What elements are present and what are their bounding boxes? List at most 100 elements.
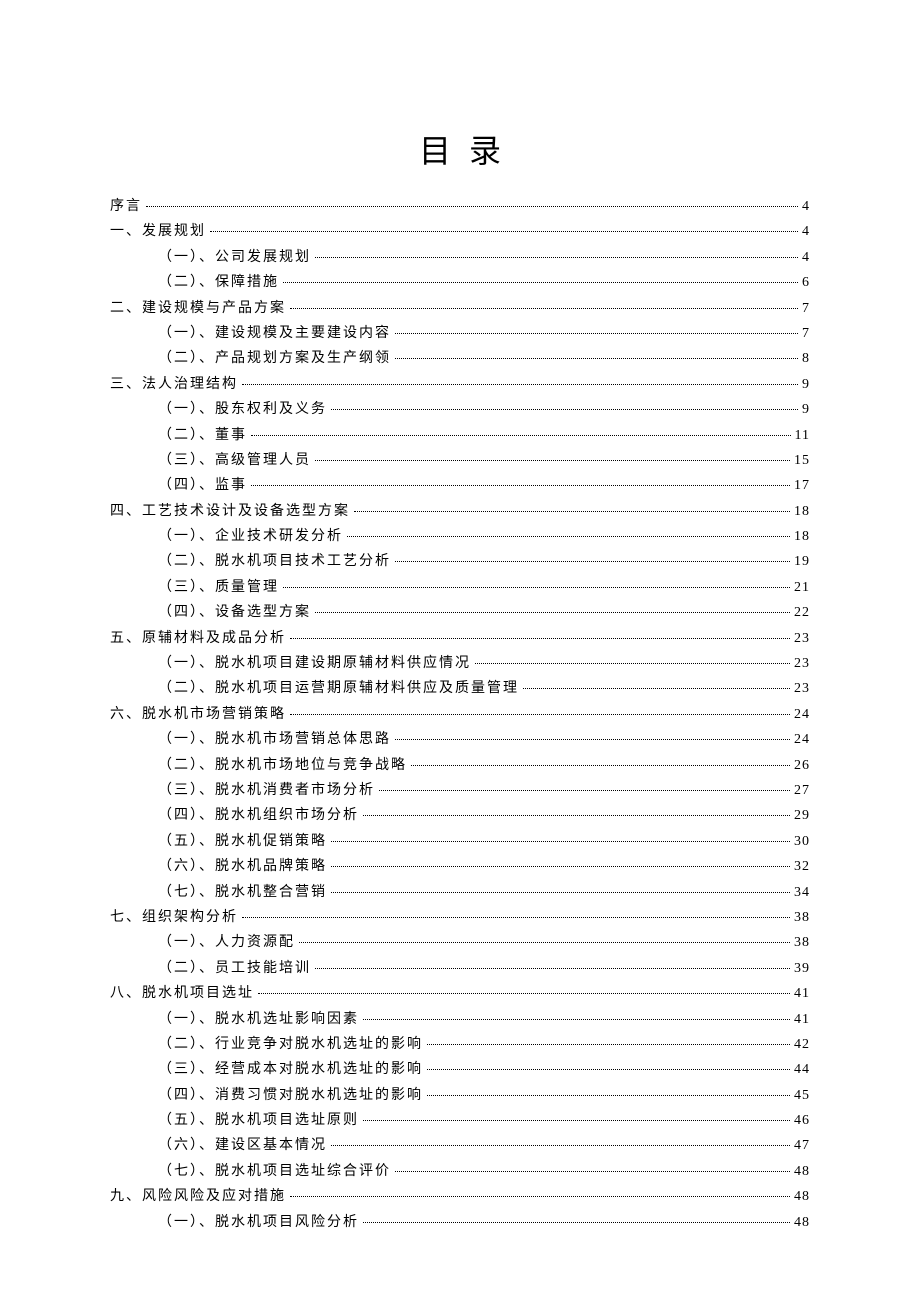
toc-entry-pageno: 21 xyxy=(794,581,810,595)
toc-entry-pageno: 9 xyxy=(802,403,810,417)
toc-entry-pageno: 23 xyxy=(794,632,810,646)
toc-entry-label: （一）、建设规模及主要建设内容 xyxy=(158,327,391,341)
toc-dot-leader xyxy=(347,536,790,537)
toc-entry[interactable]: （一）、企业技术研发分析 18 xyxy=(110,530,810,555)
toc-entry-pageno: 18 xyxy=(794,530,810,544)
toc-entry[interactable]: （六）、脱水机品牌策略32 xyxy=(110,860,810,885)
toc-dot-leader xyxy=(427,1069,790,1070)
toc-entry[interactable]: 八、脱水机项目选址41 xyxy=(110,987,810,1012)
toc-entry[interactable]: 七、组织架构分析38 xyxy=(110,911,810,936)
toc-entry-label: 六、脱水机市场营销策略 xyxy=(110,708,286,722)
toc-dot-leader xyxy=(210,231,798,232)
toc-dot-leader xyxy=(315,257,798,258)
toc-entry[interactable]: 三、法人治理结构9 xyxy=(110,378,810,403)
toc-dot-leader xyxy=(411,765,790,766)
toc-entry[interactable]: （七）、脱水机整合营销34 xyxy=(110,886,810,911)
toc-entry[interactable]: （一）、建设规模及主要建设内容7 xyxy=(110,327,810,352)
table-of-contents: 序言4一、发展规划4（一）、公司发展规划4（二）、保障措施6二、建设规模与产品方… xyxy=(110,200,810,1241)
toc-entry[interactable]: （二）、脱水机项目技术工艺分析19 xyxy=(110,555,810,580)
toc-entry[interactable]: （四）、脱水机组织市场分析29 xyxy=(110,809,810,834)
toc-entry-label: （五）、脱水机促销策略 xyxy=(158,835,327,849)
toc-entry[interactable]: （一）、脱水机选址影响因素41 xyxy=(110,1013,810,1038)
toc-dot-leader xyxy=(242,384,798,385)
toc-dot-leader xyxy=(315,612,790,613)
toc-entry-pageno: 17 xyxy=(794,479,810,493)
toc-entry[interactable]: （一）、公司发展规划4 xyxy=(110,251,810,276)
toc-entry[interactable]: （二）、行业竞争对脱水机选址的影响42 xyxy=(110,1038,810,1063)
toc-entry-label: 序言 xyxy=(110,200,142,214)
toc-entry-label: （三）、质量管理 xyxy=(158,581,279,595)
toc-entry-label: （六）、脱水机品牌策略 xyxy=(158,860,327,874)
toc-dot-leader xyxy=(395,739,790,740)
toc-entry[interactable]: （二）、保障措施6 xyxy=(110,276,810,301)
toc-entry[interactable]: （一）、人力资源配38 xyxy=(110,936,810,961)
toc-entry[interactable]: （二）、脱水机市场地位与竞争战略 26 xyxy=(110,759,810,784)
toc-entry[interactable]: 二、建设规模与产品方案7 xyxy=(110,302,810,327)
toc-entry[interactable]: （四）、消费习惯对脱水机选址的影响45 xyxy=(110,1089,810,1114)
toc-entry[interactable]: （一）、股东权利及义务 9 xyxy=(110,403,810,428)
toc-entry-pageno: 8 xyxy=(802,352,810,366)
toc-entry-label: （四）、设备选型方案 xyxy=(158,606,311,620)
toc-entry[interactable]: （一）、脱水机市场营销总体思路24 xyxy=(110,733,810,758)
toc-entry-label: （一）、股东权利及义务 xyxy=(158,403,327,417)
toc-entry-label: （二）、脱水机市场地位与竞争战略 xyxy=(158,759,407,773)
toc-entry[interactable]: （五）、脱水机促销策略30 xyxy=(110,835,810,860)
toc-entry-pageno: 4 xyxy=(802,225,810,239)
toc-entry-label: （二）、员工技能培训 xyxy=(158,962,311,976)
toc-entry-label: （六）、建设区基本情况 xyxy=(158,1139,327,1153)
toc-entry-pageno: 48 xyxy=(794,1216,810,1230)
toc-entry-pageno: 29 xyxy=(794,809,810,823)
toc-entry[interactable]: 五、原辅材料及成品分析 23 xyxy=(110,632,810,657)
toc-entry[interactable]: （五）、脱水机项目选址原则46 xyxy=(110,1114,810,1139)
toc-entry[interactable]: 九、风险风险及应对措施48 xyxy=(110,1190,810,1215)
toc-entry-pageno: 23 xyxy=(794,657,810,671)
toc-entry[interactable]: 四、工艺技术设计及设备选型方案18 xyxy=(110,505,810,530)
toc-entry[interactable]: （四）、监事17 xyxy=(110,479,810,504)
toc-dot-leader xyxy=(331,866,790,867)
toc-dot-leader xyxy=(395,358,798,359)
toc-entry[interactable]: （三）、经营成本对脱水机选址的影响 44 xyxy=(110,1063,810,1088)
toc-entry[interactable]: （七）、脱水机项目选址综合评价48 xyxy=(110,1165,810,1190)
toc-entry[interactable]: 六、脱水机市场营销策略24 xyxy=(110,708,810,733)
toc-entry-label: （一）、脱水机项目风险分析 xyxy=(158,1216,359,1230)
toc-entry[interactable]: （一）、脱水机项目建设期原辅材料供应情况23 xyxy=(110,657,810,682)
toc-entry-pageno: 23 xyxy=(794,682,810,696)
toc-entry[interactable]: （二）、员工技能培训39 xyxy=(110,962,810,987)
toc-entry[interactable]: （二）、产品规划方案及生产纲领8 xyxy=(110,352,810,377)
toc-entry-label: （五）、脱水机项目选址原则 xyxy=(158,1114,359,1128)
toc-entry[interactable]: （四）、设备选型方案22 xyxy=(110,606,810,631)
toc-entry[interactable]: （一）、脱水机项目风险分析 48 xyxy=(110,1216,810,1241)
toc-dot-leader xyxy=(331,892,790,893)
toc-entry-pageno: 4 xyxy=(802,251,810,265)
toc-dot-leader xyxy=(283,282,798,283)
toc-entry-label: （一）、脱水机选址影响因素 xyxy=(158,1013,359,1027)
toc-entry-label: 五、原辅材料及成品分析 xyxy=(110,632,286,646)
toc-dot-leader xyxy=(363,815,790,816)
toc-dot-leader xyxy=(427,1044,790,1045)
toc-entry-pageno: 7 xyxy=(802,302,810,316)
toc-entry[interactable]: （三）、高级管理人员15 xyxy=(110,454,810,479)
toc-dot-leader xyxy=(290,714,790,715)
toc-entry-label: （一）、人力资源配 xyxy=(158,936,295,950)
toc-entry-label: （一）、企业技术研发分析 xyxy=(158,530,343,544)
toc-entry-label: 七、组织架构分析 xyxy=(110,911,238,925)
toc-entry[interactable]: 序言4 xyxy=(110,200,810,225)
toc-entry-pageno: 41 xyxy=(794,987,810,1001)
toc-dot-leader xyxy=(331,841,790,842)
toc-entry[interactable]: （二）、脱水机项目运营期原辅材料供应及质量管理23 xyxy=(110,682,810,707)
toc-dot-leader xyxy=(146,206,798,207)
toc-entry[interactable]: （三）、脱水机消费者市场分析27 xyxy=(110,784,810,809)
toc-entry[interactable]: （三）、质量管理 21 xyxy=(110,581,810,606)
toc-dot-leader xyxy=(363,1019,790,1020)
toc-entry-pageno: 26 xyxy=(794,759,810,773)
toc-dot-leader xyxy=(242,917,790,918)
toc-entry[interactable]: （六）、建设区基本情况47 xyxy=(110,1139,810,1164)
toc-entry-pageno: 27 xyxy=(794,784,810,798)
toc-entry[interactable]: 一、发展规划4 xyxy=(110,225,810,250)
toc-entry[interactable]: （二）、董事11 xyxy=(110,429,810,454)
toc-dot-leader xyxy=(331,409,798,410)
toc-entry-pageno: 34 xyxy=(794,886,810,900)
page: 目录 序言4一、发展规划4（一）、公司发展规划4（二）、保障措施6二、建设规模与… xyxy=(0,0,920,1301)
toc-entry-label: （三）、经营成本对脱水机选址的影响 xyxy=(158,1063,423,1077)
toc-entry-pageno: 44 xyxy=(794,1063,810,1077)
